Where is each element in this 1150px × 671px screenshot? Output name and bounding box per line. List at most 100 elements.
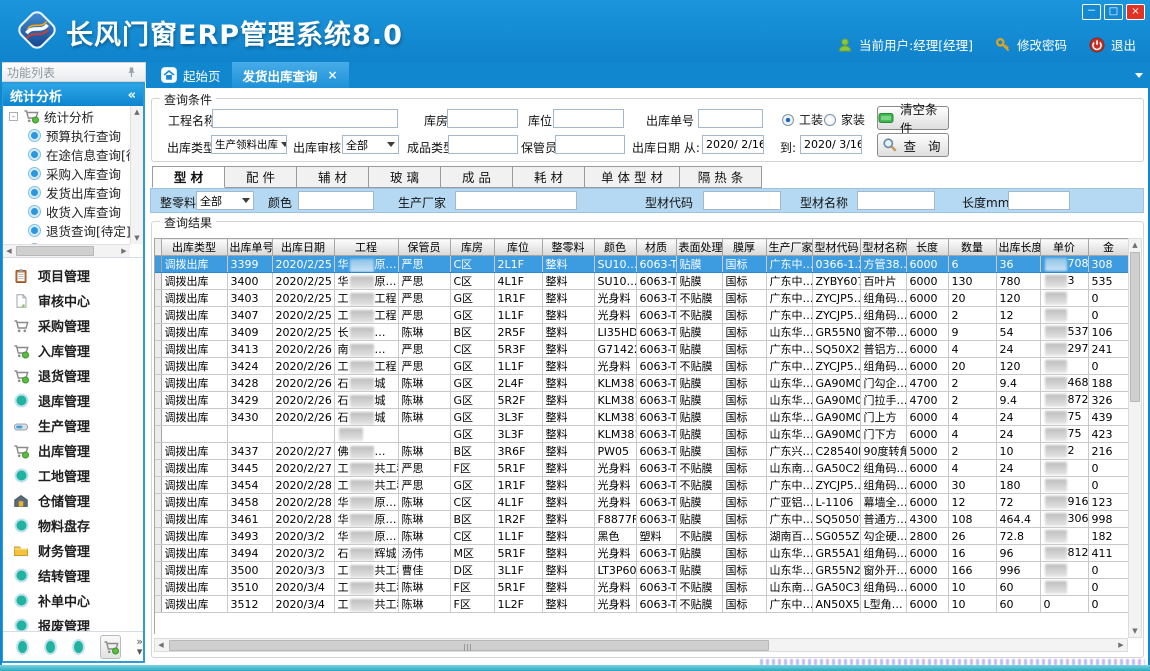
column-header[interactable]: 出库单号	[227, 239, 272, 256]
table-row[interactable]: 调拨出库34542020/2/28工共工程严思G区1R1F整料光身料6063-T…	[155, 477, 1128, 494]
material-tab-thermal-strip[interactable]: 隔 热 条	[680, 166, 762, 188]
length-input[interactable]	[1008, 191, 1070, 210]
outbound-audit-select[interactable]: 全部	[342, 135, 399, 154]
material-tab-fittings[interactable]: 配 件	[225, 166, 297, 188]
radio-gongzhuang[interactable]: 工装	[782, 111, 823, 128]
tree-item-receipt-inbound-query[interactable]: 收货入库查询	[3, 202, 130, 221]
menu-inbound-management[interactable]: 入库管理	[3, 338, 143, 363]
column-header[interactable]: 表面处理	[676, 239, 722, 256]
scroll-up-icon[interactable]: ▲	[131, 106, 143, 118]
scroll-left-icon[interactable]: ◀	[3, 245, 15, 257]
table-row[interactable]: 调拨出库34932020/3/2华原…陈琳C区1L1F整料黑色塑料不贴膜国标湖南…	[155, 528, 1128, 545]
column-header[interactable]: 生产厂家	[766, 239, 812, 256]
column-header[interactable]: 保管员	[398, 239, 450, 256]
table-row[interactable]: 调拨出库34612020/2/28华原…陈琳B区1R2F整料F8877FT606…	[155, 511, 1128, 528]
material-tab-profile[interactable]: 型 材	[152, 166, 225, 188]
clear-conditions-button[interactable]: 清空条件	[877, 106, 949, 130]
profile-code-input[interactable]	[703, 191, 781, 210]
manufacturer-input[interactable]	[455, 191, 577, 210]
table-row[interactable]: 调拨出库34092020/2/25长…陈琳B区2R5F整料LI35HD6063-…	[155, 324, 1128, 341]
menu-material-inventory[interactable]: 物料盘存	[3, 513, 143, 538]
table-row[interactable]: 调拨出库35002020/3/3工共工程曹佳D区3L1F整料LT3P606063…	[155, 562, 1128, 579]
results-hscroll-thumb[interactable]	[169, 640, 769, 651]
table-row[interactable]: 调拨出库34032020/2/25工工程严思G区1R1F整料光身料6063-T5…	[155, 290, 1128, 307]
material-tab-glass[interactable]: 玻 璃	[369, 166, 441, 188]
menu-production-management[interactable]: 生产管理	[3, 413, 143, 438]
pin-icon[interactable]	[123, 64, 139, 80]
menu-stock-return-management[interactable]: 退库管理	[3, 388, 143, 413]
column-header[interactable]: 颜色	[594, 239, 636, 256]
keeper-input[interactable]	[555, 135, 625, 154]
tree-hscroll-thumb[interactable]	[16, 246, 94, 256]
table-row[interactable]: 调拨出库34942020/3/2石辉城汤伟M区5R1F整料光身料6063-T5贴…	[155, 545, 1128, 562]
outbound-no-input[interactable]	[698, 109, 763, 128]
column-header[interactable]: 膜厚	[722, 239, 766, 256]
change-password-button[interactable]: 修改密码	[995, 35, 1067, 54]
scroll-right-icon[interactable]: ▶	[1115, 639, 1127, 651]
table-row[interactable]: 调拨出库34132020/2/26南…严思C区5R3F整料G714226063-…	[155, 341, 1128, 358]
table-row[interactable]: 调拨出库34282020/2/26石城陈琳G区2L4F整料KLM38176063…	[155, 375, 1128, 392]
tree-horizontal-scrollbar[interactable]: ◀ ▶	[3, 244, 130, 257]
footer-cart-button[interactable]	[100, 635, 121, 659]
footer-circle-icon-2[interactable]	[44, 639, 57, 655]
column-header[interactable]: 材质	[636, 239, 676, 256]
scroll-up-icon[interactable]: ▲	[1129, 239, 1141, 251]
scroll-right-icon[interactable]: ▶	[118, 245, 130, 257]
column-header[interactable]: 库房	[450, 239, 494, 256]
scroll-left-icon[interactable]: ◀	[155, 639, 167, 651]
menu-outbound-management[interactable]: 出库管理	[3, 438, 143, 463]
logout-button[interactable]: 退出	[1089, 35, 1136, 54]
column-header[interactable]: 出库日期	[272, 239, 334, 256]
tab-overflow-caret-icon[interactable]	[1135, 73, 1143, 78]
menu-project-management[interactable]: 项目管理	[3, 263, 143, 288]
column-header[interactable]: 数量	[948, 239, 996, 256]
results-vscroll-thumb[interactable]	[1130, 252, 1140, 402]
footer-circle-icon-3[interactable]	[72, 639, 85, 655]
tree-item-purchase-inbound-query[interactable]: 采购入库查询	[3, 164, 130, 183]
column-header[interactable]: 出库类型	[161, 239, 227, 256]
date-from-picker[interactable]: 2020/ 2/16	[702, 135, 764, 154]
table-row[interactable]: 调拨出库34582020/2/28华原…陈琳C区4L1F整料光身料6063-T5…	[155, 494, 1128, 511]
results-vertical-scrollbar[interactable]: ▲ ▼	[1128, 238, 1142, 638]
column-header[interactable]: 型材名称	[860, 239, 906, 256]
collapse-icon[interactable]: «	[128, 88, 136, 103]
menu-scrap-management[interactable]: 报废管理	[3, 613, 143, 631]
table-row[interactable]: 调拨出库34302020/2/26石城陈琳G区3L3F整料KLM38176063…	[155, 409, 1128, 426]
menu-site-management[interactable]: 工地管理	[3, 463, 143, 488]
column-header[interactable]: 出库长度	[996, 239, 1040, 256]
material-tab-single-profile[interactable]: 单 体 型 材	[585, 166, 680, 188]
table-row[interactable]: 调拨出库35122020/3/4工共工程陈琳F区1L2F整料光身料6063-T5…	[155, 596, 1128, 613]
tree-root-stats[interactable]: - 统计分析	[3, 106, 130, 126]
table-row[interactable]: 调拨出库34292020/2/26石城陈琳G区5R2F整料KLM38176063…	[155, 392, 1128, 409]
tree-item-shipment-outbound-query[interactable]: 发货出库查询	[3, 183, 130, 202]
scroll-down-icon[interactable]: ▼	[1129, 625, 1141, 637]
profile-name-input[interactable]	[857, 191, 935, 210]
tree-item-return-goods-query[interactable]: 退货查询[待定]	[3, 221, 130, 240]
material-tab-consumables[interactable]: 耗 材	[513, 166, 585, 188]
search-button[interactable]: 查 询	[877, 133, 949, 157]
tab-close-icon[interactable]: ×	[328, 68, 338, 82]
table-row[interactable]: 调拨出库34242020/2/26工工程严思G区1L1F整料光身料6063-T5…	[155, 358, 1128, 375]
date-to-picker[interactable]: 2020/ 3/16	[800, 135, 862, 154]
table-row[interactable]: 调拨出库33992020/2/25华原…严思C区2L1F整料SU10…6063-…	[155, 256, 1128, 273]
location-input[interactable]	[553, 109, 624, 128]
menu-purchase-management[interactable]: 采购管理	[3, 313, 143, 338]
table-row[interactable]: 调拨出库34002020/2/25华原…严思C区4L1F整料SU10…6063-…	[155, 273, 1128, 290]
table-row[interactable]: 调拨出库35102020/3/4工共工程陈琳F区5R1F整料光身料6063-T5…	[155, 579, 1128, 596]
color-input[interactable]	[298, 191, 374, 210]
menu-audit-center[interactable]: 审核中心	[3, 288, 143, 313]
column-header[interactable]: 金	[1088, 239, 1128, 256]
scroll-down-icon[interactable]: ▼	[131, 232, 143, 244]
footer-more-chevron[interactable]: »▾	[136, 637, 143, 657]
column-header[interactable]: 库位	[494, 239, 542, 256]
material-tab-finished[interactable]: 成 品	[441, 166, 513, 188]
menu-warehouse-management[interactable]: 仓储管理	[3, 488, 143, 513]
table-row[interactable]: 调拨出库34452020/2/27工共工程严思F区5R1F整料光身料6063-T…	[155, 460, 1128, 477]
warehouse-input[interactable]	[447, 109, 518, 128]
column-header[interactable]: 工程	[334, 239, 398, 256]
tab-home[interactable]: 起始页	[150, 62, 232, 88]
project-name-input[interactable]	[212, 109, 398, 128]
results-horizontal-scrollbar[interactable]: ◀ ▶	[154, 638, 1128, 652]
menu-returns-management[interactable]: 退货管理	[3, 363, 143, 388]
menu-carryover-management[interactable]: 结转管理	[3, 563, 143, 588]
